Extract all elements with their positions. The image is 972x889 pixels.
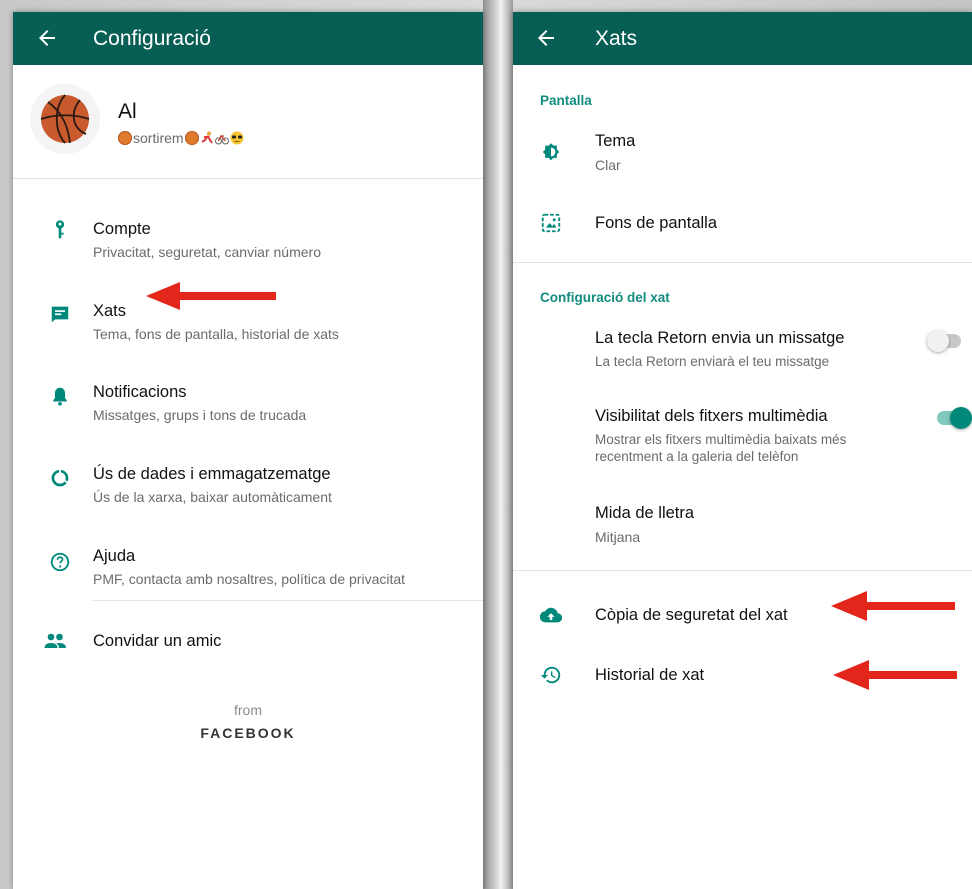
settings-screen: Configuració Al sortirem Compte Privacit… [13,12,483,889]
setting-title: La tecla Retorn envia un missatge [595,329,845,347]
chats-settings-screen: Xats Pantalla Tema Clar Fons de pantalla… [513,12,972,889]
setting-title: Còpia de seguretat del xat [595,606,788,624]
profile-name: Al [118,100,137,123]
settings-app-bar: Configuració [13,12,483,65]
help-divider [93,600,483,601]
settings-item-title: Convidar un amic [93,632,222,650]
setting-subtitle: Clar [595,157,621,173]
setting-media-visibility[interactable]: Visibilitat dels fitxers multimèdia Most… [513,407,972,487]
settings-item-title: Ús de dades i emmagatzematge [93,465,331,483]
settings-item-account[interactable]: Compte Privacitat, seguretat, canviar nú… [13,207,483,267]
display-divider [513,262,972,263]
basketball-emoji-icon [118,131,132,145]
profile-row[interactable]: Al sortirem [13,84,483,178]
sunglasses-emoji-icon [230,131,244,145]
setting-wallpaper[interactable]: Fons de pantalla [513,202,972,246]
red-arrow-annotation [833,660,957,690]
setting-font-size[interactable]: Mida de lletra Mitjana [513,502,972,558]
settings-item-subtitle: Privacitat, seguretat, canviar número [93,244,321,260]
chat-settings-divider [513,570,972,571]
settings-item-help[interactable]: Ajuda PMF, contacta amb nosaltres, polít… [13,535,483,595]
settings-item-title: Xats [93,302,127,320]
brightness-icon [542,143,560,161]
section-heading-display: Pantalla [540,93,592,108]
setting-subtitle-line-1: Mostrar els fitxers multimèdia baixats m… [595,432,847,447]
basketball-avatar-image [40,94,90,144]
settings-item-title: Ajuda [93,547,136,565]
settings-item-subtitle: Tema, fons de pantalla, historial de xat… [93,326,339,342]
setting-title: Tema [595,132,636,150]
bell-icon [53,387,67,406]
cloud-upload-icon [540,607,562,623]
data-usage-icon [51,469,69,487]
history-icon [540,666,561,684]
settings-item-notifications[interactable]: Notificacions Missatges, grups i tons de… [13,371,483,431]
settings-item-title: Compte [93,220,151,238]
settings-item-invite-friend[interactable]: Convidar un amic [13,618,483,668]
facebook-brand: FACEBOOK [200,725,296,741]
setting-subtitle: Mitjana [595,529,641,545]
wallpaper-icon [541,213,561,233]
setting-title: Mida de lletra [595,504,695,522]
runner-emoji-icon [201,131,213,144]
arrow-left-icon[interactable] [534,26,558,50]
setting-title: Fons de pantalla [595,214,718,232]
page-title: Xats [595,27,638,50]
chats-app-bar: Xats [513,12,972,65]
section-heading-chat-settings: Configuració del xat [540,290,670,305]
bicycle-emoji-icon [214,134,229,145]
help-icon [50,552,70,572]
avatar[interactable] [30,84,100,154]
enter-send-toggle[interactable] [927,330,965,352]
setting-theme[interactable]: Tema Clar [513,124,972,182]
setting-title: Visibilitat dels fitxers multimèdia [595,407,828,425]
settings-item-subtitle: Missatges, grups i tons de trucada [93,407,307,423]
chat-icon [51,306,69,323]
settings-item-subtitle: Ús de la xarxa, baixar automàticament [93,489,332,505]
arrow-left-icon[interactable] [35,26,59,50]
setting-enter-send[interactable]: La tecla Retorn envia un missatge La tec… [513,322,972,382]
settings-item-title: Notificacions [93,383,187,401]
panel-separator [483,0,513,889]
setting-title: Historial de xat [595,666,705,684]
from-label: from [234,702,262,718]
people-icon [44,633,66,648]
setting-subtitle: La tecla Retorn enviarà el teu missatge [595,354,830,369]
red-arrow-annotation [831,591,955,621]
red-arrow-annotation [146,282,276,310]
profile-divider [13,178,483,179]
key-icon [55,220,65,239]
profile-status-text: sortirem [133,130,184,146]
setting-subtitle-line-2: recentment a la galeria del telèfon [595,449,799,464]
settings-item-subtitle: PMF, contacta amb nosaltres, política de… [93,571,406,587]
settings-item-data-storage[interactable]: Ús de dades i emmagatzematge Ús de la xa… [13,453,483,513]
page-title: Configuració [93,27,211,50]
media-visibility-toggle[interactable] [937,407,972,429]
profile-status: sortirem [118,130,244,146]
basketball-emoji-icon [184,131,199,145]
